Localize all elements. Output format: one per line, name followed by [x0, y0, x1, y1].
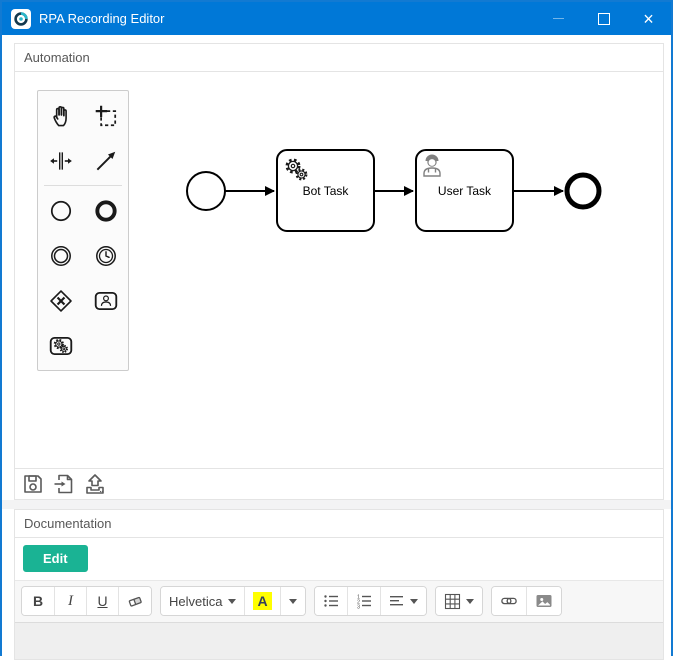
- save-button[interactable]: [19, 471, 47, 497]
- save-icon: [24, 475, 42, 493]
- paragraph-button-group: 1 2 3: [313, 586, 427, 616]
- minimize-icon: [553, 18, 564, 19]
- panel-gap: [2, 500, 671, 509]
- font-color-caret-button[interactable]: [279, 587, 305, 615]
- link-button[interactable]: [491, 587, 526, 615]
- picture-button[interactable]: [525, 587, 561, 615]
- insert-button-group: [490, 586, 562, 616]
- tool-palette: [37, 90, 129, 371]
- global-connect-tool-icon[interactable]: [83, 138, 128, 183]
- bot-task-label: Bot Task: [303, 184, 350, 198]
- close-icon: ×: [643, 8, 654, 29]
- documentation-body: Edit B I U Helvetica A 1 2 3: [15, 538, 663, 659]
- unordered-list-icon: [323, 595, 338, 607]
- lasso-tool-icon[interactable]: [83, 93, 128, 138]
- style-button-group: B I U: [21, 586, 152, 616]
- close-button[interactable]: ×: [626, 2, 671, 35]
- bottom-spacer: [2, 660, 671, 665]
- diagram-user-task[interactable]: User Task: [415, 149, 514, 232]
- font-color-icon: A: [253, 591, 272, 611]
- chevron-down-icon: [409, 598, 418, 604]
- font-family-label: Helvetica: [169, 593, 223, 609]
- import-icon: [54, 474, 73, 494]
- italic-icon: I: [68, 592, 73, 609]
- export-icon: [86, 474, 104, 494]
- underline-button[interactable]: U: [86, 587, 118, 615]
- table-button[interactable]: [435, 587, 482, 615]
- underline-icon: U: [97, 593, 108, 609]
- documentation-text-area: [15, 623, 663, 659]
- paragraph-align-button[interactable]: [379, 587, 426, 615]
- import-button[interactable]: [50, 471, 78, 497]
- ordered-list-icon: 1 2 3: [357, 594, 371, 609]
- edit-button[interactable]: Edit: [23, 545, 88, 572]
- font-color-button[interactable]: A: [244, 587, 280, 615]
- richtext-toolbar: B I U Helvetica A 1 2 3: [15, 580, 663, 623]
- clear-format-button[interactable]: [118, 587, 151, 615]
- chevron-down-icon: [465, 598, 474, 604]
- app-logo-icon: [11, 8, 31, 29]
- diagram-start-event[interactable]: [186, 171, 226, 211]
- user-task-icon[interactable]: [83, 278, 128, 323]
- unordered-list-button[interactable]: [314, 587, 347, 615]
- window-title: RPA Recording Editor: [39, 11, 165, 26]
- diagram-end-event[interactable]: [564, 172, 602, 210]
- documentation-panel-title: Documentation: [15, 510, 663, 538]
- maximize-button[interactable]: [581, 2, 626, 35]
- diagram-bot-task[interactable]: Bot Task: [276, 149, 375, 232]
- window-content: Automation Bot Task User Task Documentat…: [2, 43, 671, 665]
- svg-text:3: 3: [357, 604, 360, 609]
- picture-icon: [536, 595, 552, 607]
- bold-button[interactable]: B: [22, 587, 54, 615]
- automation-panel-title: Automation: [15, 44, 663, 72]
- font-family-dropdown[interactable]: Helvetica: [161, 587, 245, 615]
- rpa-recording-editor-window: RPA Recording Editor × Automation Bot Ta…: [0, 0, 673, 665]
- bot-task-icon[interactable]: [38, 323, 83, 368]
- font-button-group: Helvetica A: [160, 586, 306, 616]
- paragraph-align-icon: [389, 596, 403, 606]
- space-tool-icon[interactable]: [38, 138, 83, 183]
- hand-tool-icon[interactable]: [38, 93, 83, 138]
- documentation-panel: Documentation Edit B I U Helvetica A 1 2…: [14, 509, 664, 660]
- chevron-down-icon: [288, 598, 297, 604]
- timer-event-icon[interactable]: [83, 233, 128, 278]
- bold-icon: B: [32, 593, 44, 609]
- bpmn-canvas[interactable]: Bot Task User Task: [15, 72, 663, 468]
- minimize-button[interactable]: [536, 2, 581, 35]
- automation-panel: Automation Bot Task User Task: [14, 43, 664, 500]
- intermediate-event-icon[interactable]: [38, 233, 83, 278]
- italic-button[interactable]: I: [54, 587, 86, 615]
- palette-separator: [44, 185, 122, 186]
- titlebar: RPA Recording Editor ×: [2, 2, 671, 35]
- ordered-list-button[interactable]: 1 2 3: [346, 587, 380, 615]
- maximize-icon: [597, 12, 610, 25]
- link-icon: [500, 597, 517, 605]
- gateway-icon[interactable]: [38, 278, 83, 323]
- end-event-icon[interactable]: [83, 188, 128, 233]
- start-event-icon[interactable]: [38, 188, 83, 233]
- export-button[interactable]: [81, 471, 109, 497]
- user-task-label: User Task: [438, 184, 492, 198]
- automation-footer-toolbar: [15, 468, 663, 499]
- chevron-down-icon: [228, 598, 237, 604]
- table-icon: [444, 593, 460, 609]
- table-button-group: [434, 586, 483, 616]
- eraser-icon: [128, 596, 142, 607]
